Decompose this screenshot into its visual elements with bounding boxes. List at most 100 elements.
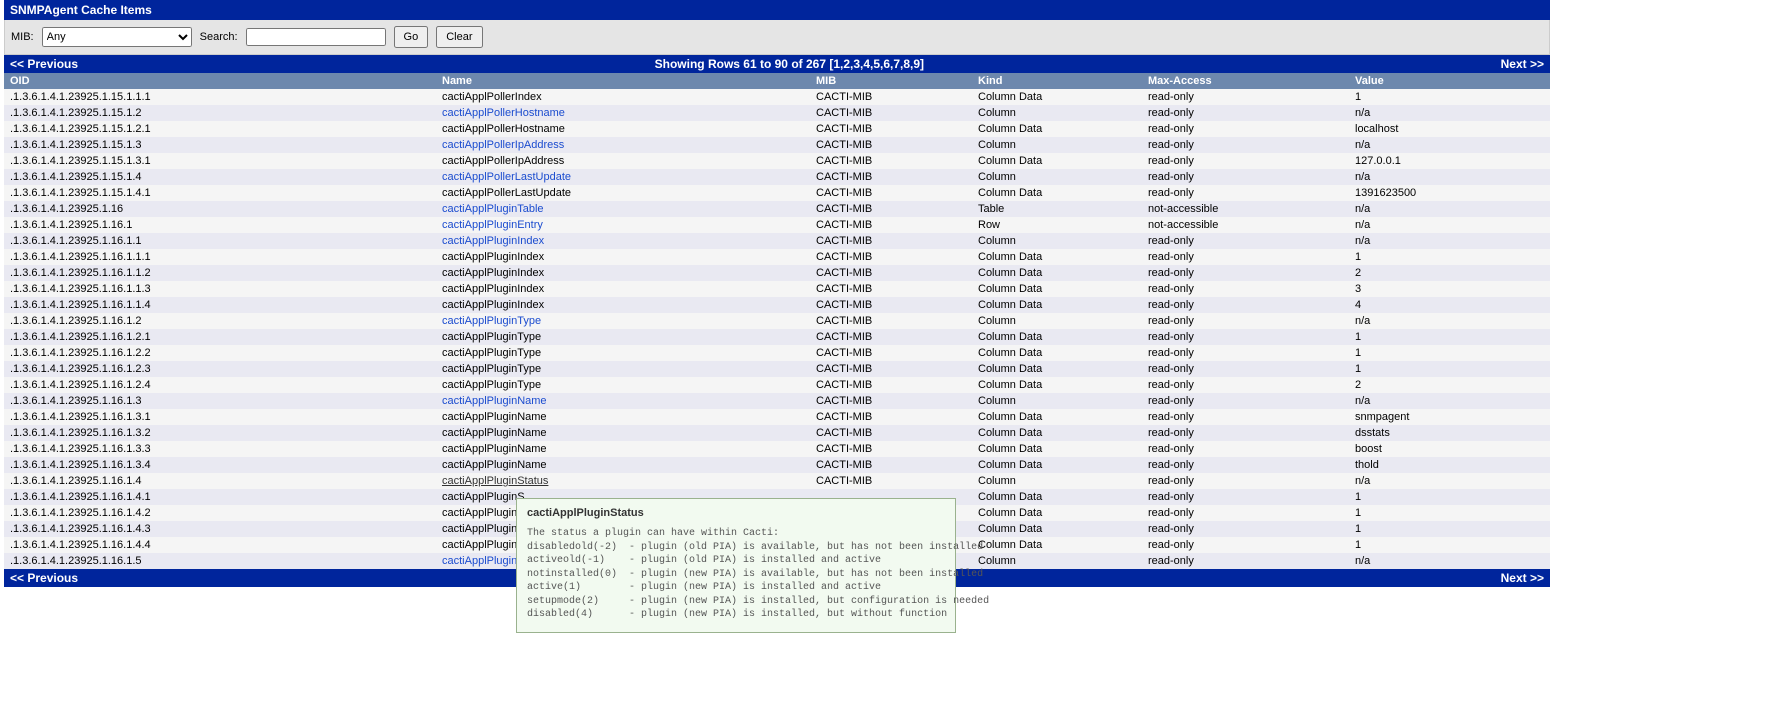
name-link[interactable]: cactiApplPluginIndex (442, 235, 544, 247)
cell-value: boost (1349, 441, 1550, 457)
cell-value: 4 (1349, 297, 1550, 313)
cell-name: cactiApplPluginIndex (436, 281, 810, 297)
go-button[interactable]: Go (394, 26, 429, 48)
cell-mib: CACTI-MIB (810, 393, 972, 409)
cell-kind: Column Data (972, 377, 1142, 393)
cell-value: 3 (1349, 281, 1550, 297)
cell-value: 2 (1349, 265, 1550, 281)
cell-kind: Column (972, 169, 1142, 185)
cell-max: read-only (1142, 265, 1349, 281)
cell-value: n/a (1349, 473, 1550, 489)
col-kind[interactable]: Kind (972, 73, 1142, 89)
cell-value: 1 (1349, 329, 1550, 345)
cell-max: read-only (1142, 489, 1349, 505)
mib-label: MIB: (11, 31, 34, 43)
name-link[interactable]: cactiApplPluginStatus (442, 475, 548, 487)
cell-max: read-only (1142, 473, 1349, 489)
cell-oid: .1.3.6.1.4.1.23925.1.16.1.3.2 (4, 425, 436, 441)
col-name[interactable]: Name (436, 73, 810, 89)
cell-oid: .1.3.6.1.4.1.23925.1.16.1.1.3 (4, 281, 436, 297)
cell-value: thold (1349, 457, 1550, 473)
next-link[interactable]: Next >> (1501, 57, 1544, 71)
cell-name: cactiApplPluginName (436, 393, 810, 409)
next-link-bottom[interactable]: Next >> (1501, 571, 1544, 585)
cell-mib: CACTI-MIB (810, 281, 972, 297)
filter-bar: MIB: Any Search: Go Clear (4, 20, 1550, 55)
cell-mib: CACTI-MIB (810, 425, 972, 441)
prev-link[interactable]: << Previous (10, 57, 78, 71)
cell-mib: CACTI-MIB (810, 121, 972, 137)
cell-oid: .1.3.6.1.4.1.23925.1.16.1.4.3 (4, 521, 436, 537)
cell-name: cactiApplPluginIndex (436, 233, 810, 249)
col-max[interactable]: Max-Access (1142, 73, 1349, 89)
cell-mib: CACTI-MIB (810, 409, 972, 425)
table-row: .1.3.6.1.4.1.23925.1.16.1.4 cactiApplPlug… (4, 473, 1550, 489)
page-title: SNMPAgent Cache Items (4, 0, 1550, 20)
cell-kind: Column Data (972, 441, 1142, 457)
cell-kind: Column Data (972, 329, 1142, 345)
clear-button[interactable]: Clear (436, 26, 482, 48)
cell-name: cactiApplPollerLastUpdate (436, 169, 810, 185)
cell-max: read-only (1142, 393, 1349, 409)
cell-kind: Column Data (972, 297, 1142, 313)
mib-select[interactable]: Any (42, 27, 192, 47)
cell-max: read-only (1142, 137, 1349, 153)
cell-name: cactiApplPollerIpAddress (436, 153, 810, 169)
search-label: Search: (200, 31, 238, 43)
cell-oid: .1.3.6.1.4.1.23925.1.16.1.3.4 (4, 457, 436, 473)
cell-kind: Column (972, 233, 1142, 249)
table-row: .1.3.6.1.4.1.23925.1.15.1.4 cactiApplPoll… (4, 169, 1550, 185)
table-row: .1.3.6.1.4.1.23925.1.16.1.2.1cactiApplPl… (4, 329, 1550, 345)
col-mib[interactable]: MIB (810, 73, 972, 89)
col-oid[interactable]: OID (4, 73, 436, 89)
cell-mib: CACTI-MIB (810, 153, 972, 169)
name-link[interactable]: cactiApplPluginName (442, 395, 547, 407)
cell-name: cactiApplPluginType (436, 377, 810, 393)
cell-oid: .1.3.6.1.4.1.23925.1.16.1 (4, 217, 436, 233)
name-link[interactable]: cactiApplPluginV (442, 555, 525, 567)
cell-kind: Column Data (972, 345, 1142, 361)
name-link[interactable]: cactiApplPollerLastUpdate (442, 171, 571, 183)
cell-oid: .1.3.6.1.4.1.23925.1.16.1.1.2 (4, 265, 436, 281)
cell-oid: .1.3.6.1.4.1.23925.1.16.1.4 (4, 473, 436, 489)
cell-kind: Column Data (972, 425, 1142, 441)
cell-kind: Column Data (972, 153, 1142, 169)
cell-name: cactiApplPluginEntry (436, 217, 810, 233)
cell-max: read-only (1142, 105, 1349, 121)
table-row: .1.3.6.1.4.1.23925.1.16.1.3cactiApplPlug… (4, 393, 1550, 409)
cell-max: read-only (1142, 153, 1349, 169)
table-row: .1.3.6.1.4.1.23925.1.16.1.1.4cactiApplPl… (4, 297, 1550, 313)
cell-max: read-only (1142, 409, 1349, 425)
cell-name: cactiApplPluginStatus (436, 473, 810, 489)
cell-oid: .1.3.6.1.4.1.23925.1.16.1.1.1 (4, 249, 436, 265)
cell-mib: CACTI-MIB (810, 441, 972, 457)
prev-link-bottom[interactable]: << Previous (10, 571, 78, 585)
cell-mib: CACTI-MIB (810, 185, 972, 201)
cell-oid: .1.3.6.1.4.1.23925.1.16.1.2 (4, 313, 436, 329)
table-row: .1.3.6.1.4.1.23925.1.16.1.1.1cactiApplPl… (4, 249, 1550, 265)
name-link[interactable]: cactiApplPluginType (442, 315, 541, 327)
col-value[interactable]: Value (1349, 73, 1550, 89)
cell-max: read-only (1142, 505, 1349, 521)
cell-max: not-accessible (1142, 201, 1349, 217)
cell-name: cactiApplPluginTable (436, 201, 810, 217)
name-link[interactable]: cactiApplPluginTable (442, 203, 544, 215)
cell-max: read-only (1142, 249, 1349, 265)
cell-value: 1 (1349, 361, 1550, 377)
name-link[interactable]: cactiApplPollerIpAddress (442, 139, 564, 151)
cell-max: not-accessible (1142, 217, 1349, 233)
name-link[interactable]: cactiApplPollerHostname (442, 107, 565, 119)
cell-value: n/a (1349, 313, 1550, 329)
cell-value: 127.0.0.1 (1349, 153, 1550, 169)
cell-max: read-only (1142, 553, 1349, 569)
name-link[interactable]: cactiApplPluginEntry (442, 219, 543, 231)
cell-oid: .1.3.6.1.4.1.23925.1.15.1.3.1 (4, 153, 436, 169)
table-row: .1.3.6.1.4.1.23925.1.15.1.3cactiApplPoll… (4, 137, 1550, 153)
cell-kind: Column Data (972, 521, 1142, 537)
cell-mib: CACTI-MIB (810, 297, 972, 313)
search-input[interactable] (246, 28, 386, 46)
cell-value: n/a (1349, 137, 1550, 153)
cell-name: cactiApplPluginType (436, 313, 810, 329)
cell-oid: .1.3.6.1.4.1.23925.1.16.1.2.4 (4, 377, 436, 393)
cell-oid: .1.3.6.1.4.1.23925.1.15.1.4 (4, 169, 436, 185)
